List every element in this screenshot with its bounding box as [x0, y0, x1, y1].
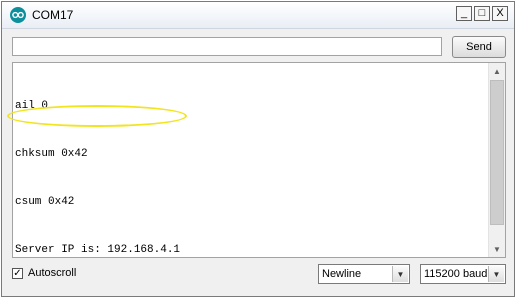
maximize-button[interactable]: □: [474, 6, 490, 21]
baud-rate-value: 115200 baud: [424, 268, 488, 280]
serial-output[interactable]: ail 0 chksum 0x42 csum 0x42 Server IP is…: [7, 62, 506, 258]
chevron-down-icon[interactable]: ▼: [488, 266, 504, 282]
window-title: COM17: [32, 8, 74, 22]
chevron-down-icon[interactable]: ▼: [392, 266, 408, 282]
send-button[interactable]: Send: [452, 36, 506, 58]
close-button[interactable]: X: [492, 6, 508, 21]
line-ending-value: Newline: [322, 268, 362, 280]
serial-monitor-window: COM17 _ □ X Send ail 0 chksum 0x42 csum …: [1, 1, 515, 297]
baud-rate-select[interactable]: 115200 baud ▼: [420, 264, 506, 284]
arduino-icon: [10, 7, 26, 23]
scroll-thumb[interactable]: [490, 80, 504, 225]
line-ending-select[interactable]: Newline ▼: [318, 264, 410, 284]
console-line: Server IP is: 192.168.4.1: [15, 244, 181, 256]
console-output-text: ail 0 chksum 0x42 csum 0x42 Server IP is…: [15, 66, 485, 290]
vertical-scrollbar[interactable]: ▲ ▼: [488, 63, 505, 257]
console-line: chksum 0x42: [15, 148, 88, 160]
autoscroll-checkbox[interactable]: ✓: [12, 267, 23, 279]
window-controls: _ □ X: [456, 6, 508, 21]
send-row: Send: [12, 36, 506, 58]
console-line: csum 0x42: [15, 196, 75, 208]
autoscroll-toggle[interactable]: ✓ Autoscroll: [12, 267, 76, 279]
title-bar[interactable]: COM17 _ □ X: [2, 2, 514, 29]
serial-input[interactable]: [12, 37, 442, 56]
bottom-bar: ✓ Autoscroll Newline ▼ 115200 baud ▼: [12, 264, 506, 286]
autoscroll-label: Autoscroll: [28, 267, 77, 279]
scroll-down-icon[interactable]: ▼: [489, 241, 505, 257]
scroll-up-icon[interactable]: ▲: [489, 63, 505, 79]
minimize-button[interactable]: _: [456, 6, 472, 21]
console-line: ail 0: [15, 100, 49, 112]
